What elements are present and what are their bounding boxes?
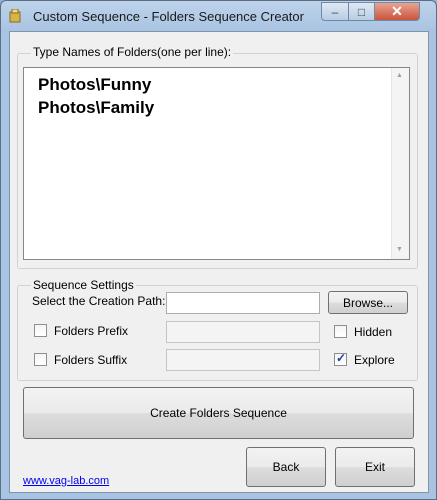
creation-path-input[interactable] xyxy=(166,292,320,314)
back-button-label: Back xyxy=(272,460,300,474)
close-button[interactable]: ✕ xyxy=(374,2,420,21)
folder-names-label: Type Names of Folders(one per line): xyxy=(31,45,234,59)
app-icon xyxy=(9,9,21,23)
folder-name-line: Photos\Family xyxy=(38,98,155,117)
folders-prefix-input[interactable] xyxy=(166,321,320,343)
folders-suffix-checkbox[interactable] xyxy=(34,353,47,366)
scroll-up-icon[interactable]: ▲ xyxy=(396,72,403,79)
create-folders-sequence-button[interactable]: Create Folders Sequence xyxy=(23,387,414,439)
creation-path-label: Select the Creation Path: xyxy=(32,294,166,308)
window-title: Custom Sequence - Folders Sequence Creat… xyxy=(33,9,304,24)
website-link[interactable]: www.vag-lab.com xyxy=(23,475,109,487)
folders-prefix-label: Folders Prefix xyxy=(54,324,129,338)
folder-names-textarea[interactable]: Photos\Funny Photos\Family ▲ ▼ xyxy=(23,67,410,260)
exit-button[interactable]: Exit xyxy=(335,447,415,487)
scroll-down-icon[interactable]: ▼ xyxy=(396,246,403,253)
checkmark-icon: ✓ xyxy=(336,351,347,365)
title-bar[interactable]: Custom Sequence - Folders Sequence Creat… xyxy=(1,1,436,31)
browse-button-label: Browse... xyxy=(342,295,393,310)
maximize-icon: □ xyxy=(357,4,366,19)
hidden-label: Hidden xyxy=(354,325,393,339)
sequence-settings-label: Sequence Settings xyxy=(31,278,136,292)
minimize-button[interactable]: – xyxy=(321,2,349,21)
close-icon: ✕ xyxy=(391,3,403,19)
browse-button[interactable]: Browse... xyxy=(328,291,408,314)
exit-button-label: Exit xyxy=(364,460,385,474)
maximize-button[interactable]: □ xyxy=(348,2,375,21)
back-button[interactable]: Back xyxy=(246,447,326,487)
create-button-label: Create Folders Sequence xyxy=(150,406,287,420)
vertical-scrollbar[interactable]: ▲ ▼ xyxy=(391,68,409,259)
app-window: Custom Sequence - Folders Sequence Creat… xyxy=(0,0,437,500)
explore-checkbox[interactable]: ✓ xyxy=(334,351,347,366)
folders-suffix-input[interactable] xyxy=(166,349,320,371)
explore-label: Explore xyxy=(354,353,395,367)
minimize-icon: – xyxy=(331,4,339,19)
folders-suffix-label: Folders Suffix xyxy=(54,353,128,367)
hidden-checkbox[interactable] xyxy=(334,325,347,338)
folders-prefix-checkbox[interactable] xyxy=(34,324,47,337)
folder-name-line: Photos\Funny xyxy=(38,75,152,94)
